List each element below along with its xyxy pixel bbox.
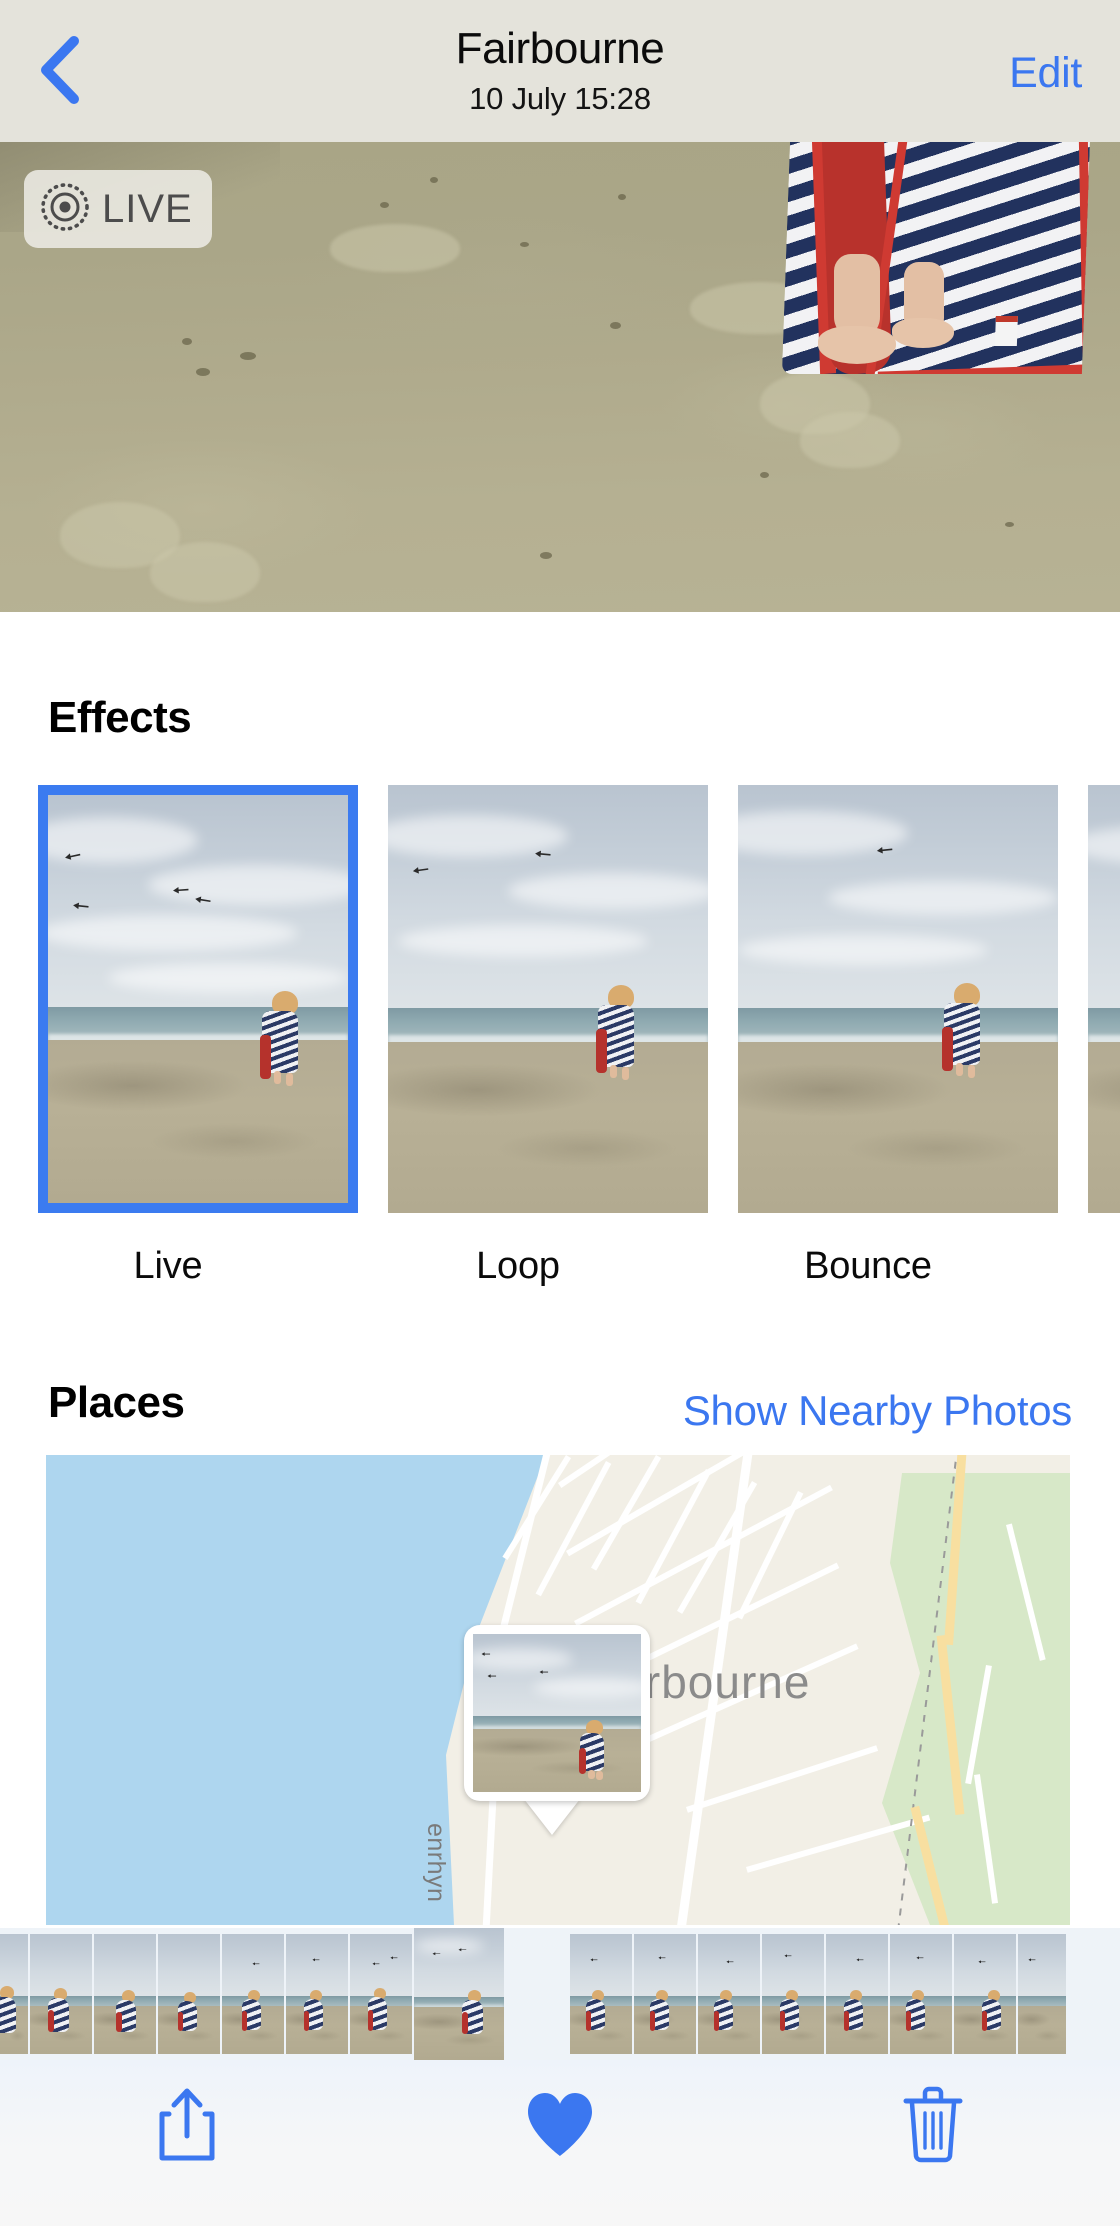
chevron-left-icon [36,35,82,105]
sand-speck [618,194,626,200]
photo-filmstrip[interactable]: 🠔 🠔 🠔 🠔 🠔 🠔 🠔 🠔 🠔 🠔 🠔 🠔 🠔 🠔 [0,1928,1120,2060]
live-photo-icon [40,182,90,237]
effect-thumbnail[interactable] [1088,785,1120,1213]
effect-label-bounce: Bounce [804,1245,932,1287]
map-photo-pin[interactable]: 🠔 🠔 🠔 [464,1625,650,1801]
filmstrip-thumbnail[interactable]: 🠔 🠔 [350,1934,412,2054]
effect-option-loop[interactable]: 🠔 🠔 [350,785,708,1225]
child-foot [818,326,896,364]
map-road [574,1484,833,1627]
filmstrip-thumbnail[interactable]: 🠔 [954,1934,1016,2054]
sand-speck [430,177,438,183]
navigation-bar: Fairbourne 10 July 15:28 Edit [0,0,1120,142]
child-foot [892,318,954,348]
sand-speck [540,552,552,559]
child-figure [942,983,992,1083]
filmstrip-thumbnail[interactable]: 🠔 [762,1934,824,2054]
live-badge-label: LIVE [102,187,193,231]
child-figure [260,991,310,1091]
sand-speck [520,242,529,247]
map-pin-tail [524,1799,580,1835]
thumbnail-image: 🠔 🠔 [388,785,708,1213]
filmstrip-thumbnail[interactable]: 🠔 [698,1934,760,2054]
effect-label-live: Live [133,1245,203,1287]
delete-button[interactable] [747,2086,1120,2200]
thumbnail-image [1088,785,1120,1213]
filmstrip-thumbnail[interactable]: 🠔 [826,1934,888,2054]
bottom-toolbar [0,2060,1120,2226]
filmstrip-thumbnail[interactable]: 🠔 [890,1934,952,2054]
places-map[interactable]: Fairbourne enrhyn 🠔 🠔 🠔 [46,1455,1070,1925]
trash-icon [901,2086,965,2164]
sand-speck [760,472,769,478]
filmstrip-thumbnail[interactable]: 🠔 [1018,1934,1066,2054]
favorite-button[interactable] [373,2090,746,2196]
footprint [330,224,460,272]
sand-speck [196,368,210,376]
filmstrip-thumbnail[interactable]: 🠔 [222,1934,284,2054]
map-road [535,1461,612,1597]
effect-thumbnail[interactable]: 🠔 🠔 [388,785,708,1213]
map-road [686,1745,879,1813]
edit-button[interactable]: Edit [1009,46,1082,100]
map-park [882,1473,1070,1925]
share-icon [156,2086,218,2164]
footprint [800,412,900,468]
effect-thumbnail[interactable]: 🠔 [738,785,1058,1213]
filmstrip-thumbnail[interactable]: 🠔 [286,1934,348,2054]
thumbnail-image: 🠔 🠔 🠔 🠔 [48,795,348,1203]
thumbnail-image: 🠔 [738,785,1058,1213]
effect-option-partial[interactable] [1050,785,1120,1225]
photo-datetime: 10 July 15:28 [469,80,651,116]
map-road [558,1455,769,1488]
effects-heading: Effects [48,693,192,742]
filmstrip-thumbnail[interactable] [30,1934,92,2054]
filmstrip-thumbnail[interactable] [94,1934,156,2054]
effects-carousel[interactable]: 🠔 🠔 🠔 🠔 🠔 🠔 🠔 [0,785,1120,1225]
sand-speck [610,322,621,329]
back-button[interactable] [14,22,104,118]
filmstrip-thumbnail[interactable] [158,1934,220,2054]
filmstrip-thumbnail[interactable]: 🠔 [570,1934,632,2054]
page-title: Fairbourne [455,23,665,73]
child-figure [596,985,646,1085]
sand-speck [182,338,192,345]
sand-speck [380,202,389,208]
title-block: Fairbourne 10 July 15:28 [456,23,665,120]
effect-option-bounce[interactable]: 🠔 [700,785,1058,1225]
live-photo-badge[interactable]: LIVE [24,170,212,248]
effect-label-loop: Loop [476,1245,560,1287]
effect-thumbnail[interactable]: 🠔 🠔 🠔 🠔 [38,785,358,1213]
sand-speck [1005,522,1014,527]
places-heading: Places [48,1378,185,1427]
share-button[interactable] [0,2086,373,2200]
effect-option-live[interactable]: 🠔 🠔 🠔 🠔 [0,785,358,1225]
filmstrip-thumbnail[interactable] [0,1934,28,2054]
pin-thumbnail: 🠔 🠔 🠔 [473,1634,641,1792]
filmstrip-thumbnail-selected[interactable]: 🠔 🠔 [414,1928,504,2060]
footprint [150,542,260,602]
filmstrip-thumbnail[interactable]: 🠔 [634,1934,696,2054]
effects-labels: Live Loop Bounce [0,1245,1120,1305]
heart-filled-icon [522,2090,598,2160]
sand-speck [240,352,256,360]
show-nearby-photos-link[interactable]: Show Nearby Photos [683,1385,1072,1437]
map-street-label: enrhyn [422,1823,450,1903]
